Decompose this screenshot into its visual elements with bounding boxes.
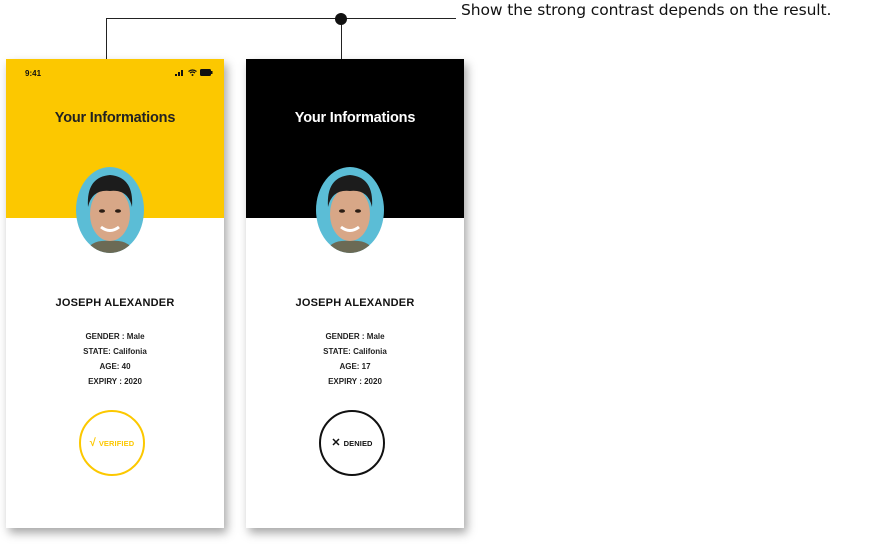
info-block: GENDER : Male STATE: Califonia AGE: 17 E… [246,329,464,389]
state-text: STATE: Califonia [83,347,147,356]
badge-label: VERIFIED [98,438,135,448]
info-block: GENDER : Male STATE: Califonia AGE: 40 E… [6,329,224,389]
gender-text: GENDER : Male [325,332,385,341]
age-text: AGE: 17 [339,362,371,371]
page-title: Your Informations [294,110,416,126]
page-title: Your Informations [54,110,176,126]
status-icons [175,69,213,76]
expiry-text: EXPIRY : 2020 [328,377,382,386]
annotation-text: Show the strong contrast depends on the … [461,1,832,19]
signal-icon [175,70,183,76]
check-icon: √ [89,436,96,449]
callout-line-top [106,18,456,19]
verified-badge: √ VERIFIED [79,410,145,476]
status-time: 9:41 [25,69,42,78]
phone-screen-denied: Your Informations JOSEPH ALEXANDER GENDE… [246,59,464,528]
state-text: STATE: Califonia [323,347,387,356]
age-text: AGE: 40 [99,362,131,371]
callout-dot [335,13,347,25]
avatar [316,167,384,253]
person-name: JOSEPH ALEXANDER [55,297,175,309]
wifi-icon [188,69,197,76]
expiry-text: EXPIRY : 2020 [88,377,142,386]
denied-badge: ✕ DENIED [319,410,385,476]
callout-line-left-drop [106,18,107,60]
avatar [76,167,144,253]
phone-screen-verified: 9:41 Your Informations JOSEPH ALEXANDER … [6,59,224,528]
gender-text: GENDER : Male [85,332,145,341]
badge-label: DENIED [343,438,373,448]
person-name: JOSEPH ALEXANDER [295,297,415,309]
close-icon: ✕ [331,436,341,449]
battery-icon [200,69,213,76]
